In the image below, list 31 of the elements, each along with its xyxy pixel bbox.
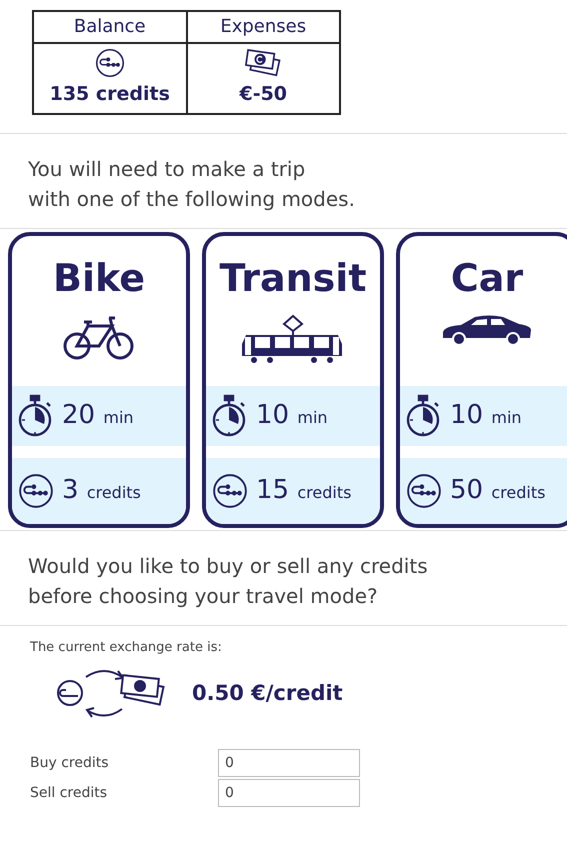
column-header: Expenses xyxy=(186,11,340,43)
exchange-label: The current exchange rate is: xyxy=(29,638,223,657)
stopwatch-icon xyxy=(18,394,54,438)
column-header: Balance xyxy=(33,11,186,43)
credit-input[interactable]: 0 xyxy=(218,749,360,778)
car-icon xyxy=(441,314,533,346)
stopwatch-icon xyxy=(212,394,248,438)
mode-name: Car xyxy=(450,256,524,300)
credit-coin-icon xyxy=(212,472,248,509)
banknotes-icon xyxy=(244,48,282,78)
mode-name: Transit xyxy=(220,256,366,300)
credit-coin-icon xyxy=(406,472,442,509)
expenses-value: €-50 xyxy=(239,82,288,108)
question-text: Would you like to buy or sell any credits before choosing your travel mode? xyxy=(27,552,429,610)
mode-name: Bike xyxy=(52,256,145,300)
travel-time: 10 min xyxy=(450,399,522,432)
trip-cost: 15 credits xyxy=(256,474,352,508)
credit-coin-icon xyxy=(18,472,54,509)
trip-cost: 50 credits xyxy=(450,474,546,508)
travel-time: 10 min xyxy=(256,399,328,432)
field-label: Buy credits xyxy=(30,754,110,773)
credit-input[interactable]: 0 xyxy=(218,779,360,808)
travel-time: 20 min xyxy=(62,399,134,432)
balance-value: 135 credits xyxy=(50,82,170,108)
stopwatch-icon xyxy=(406,394,442,438)
intro-text: You will need to make a trip with one of the following modes. xyxy=(27,156,356,213)
exchange-rate: 0.50 €/credit xyxy=(192,680,343,707)
credit-coin-icon xyxy=(94,48,125,78)
trip-cost: 3 credits xyxy=(62,474,141,508)
field-label: Sell credits xyxy=(30,784,108,803)
bicycle-icon xyxy=(62,314,136,362)
